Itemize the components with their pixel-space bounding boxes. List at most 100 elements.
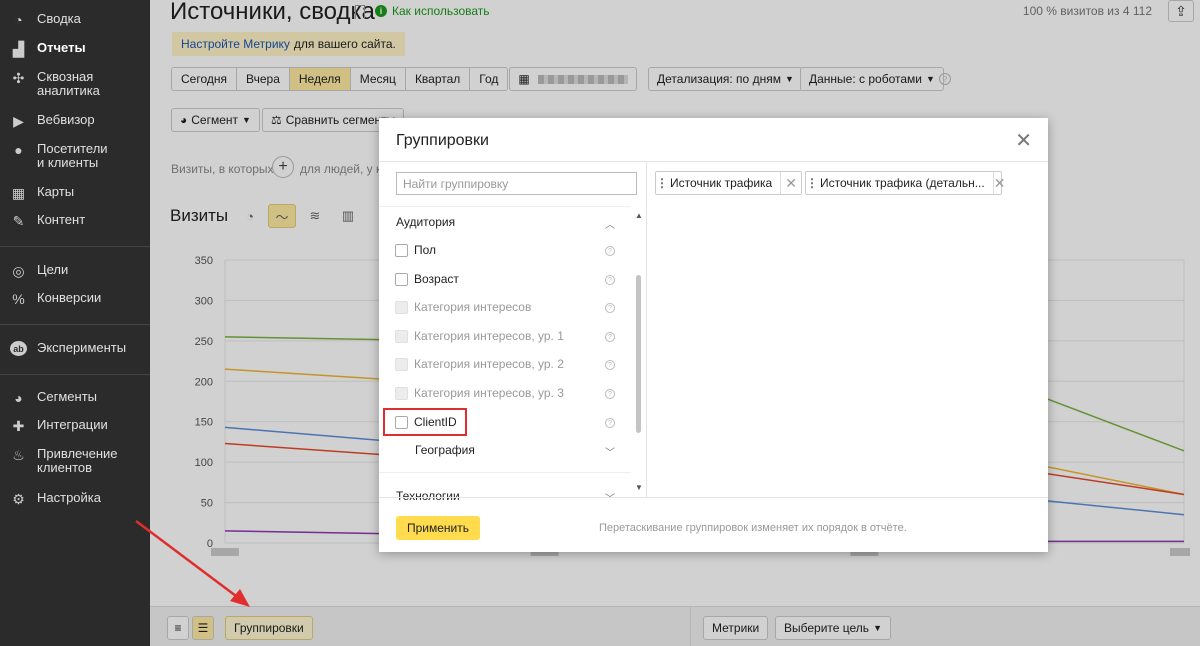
- help-icon[interactable]: ?: [605, 246, 615, 256]
- remove-icon[interactable]: ✕: [780, 172, 801, 194]
- sidebar-item-conversions[interactable]: % Конверсии: [10, 291, 101, 306]
- chevron-down-icon[interactable]: ﹀: [605, 444, 615, 459]
- play-icon: ▶: [13, 112, 24, 129]
- scroll-up-icon[interactable]: ▲: [635, 211, 643, 220]
- target-icon: ◎: [12, 262, 25, 279]
- sidebar-item-analytics[interactable]: ✣ Сквозная аналитика: [10, 70, 100, 98]
- gear-icon: ⚙: [12, 490, 25, 507]
- visitors-icon: ●: [14, 141, 23, 158]
- sidebar-item-label: Настройка: [37, 490, 101, 505]
- sidebar-item-label: Сводка: [37, 11, 81, 26]
- chevron-up-icon[interactable]: ︿: [605, 216, 615, 231]
- modal-column-divider: [646, 161, 647, 497]
- ab-icon: ab: [10, 341, 27, 356]
- grouping-item-label: Категория интересов, ур. 2: [414, 357, 564, 371]
- grouping-item-interests-l3: Категория интересов, ур. 3: [395, 386, 564, 400]
- selected-grouping-source-detail[interactable]: ⋮ Источник трафика (детальн... ✕: [805, 171, 1005, 195]
- checkbox: [395, 386, 408, 400]
- sidebar-item-label: Вебвизор: [37, 112, 95, 127]
- help-icon[interactable]: ?: [605, 389, 615, 399]
- checkbox: [395, 329, 408, 343]
- selected-grouping-source[interactable]: ⋮ Источник трафика ✕: [655, 171, 802, 195]
- sidebar-divider: [0, 374, 150, 375]
- drag-handle-icon[interactable]: ⋮: [806, 176, 818, 190]
- grouping-item-label: Пол: [414, 243, 437, 257]
- grouping-item-interests-l2: Категория интересов, ур. 2: [395, 357, 564, 371]
- help-icon[interactable]: ?: [605, 418, 615, 428]
- help-icon[interactable]: ?: [605, 360, 615, 370]
- chip-label: Источник трафика: [670, 176, 773, 190]
- sidebar-item-summary[interactable]: ◔ Сводка: [10, 12, 81, 27]
- sidebar-item-content[interactable]: ✎ Контент: [10, 212, 86, 229]
- footer-hint: Перетаскивание группировок изменяет их п…: [599, 522, 907, 534]
- help-icon[interactable]: ?: [605, 303, 615, 313]
- sidebar-item-experiments[interactable]: ab Эксперименты: [10, 341, 126, 356]
- sidebar-item-label: Сквозная аналитика: [37, 69, 100, 98]
- sidebar-item-label: Посетители и клиенты: [37, 141, 108, 170]
- end-to-end-analytics-icon: ✣: [12, 69, 25, 86]
- dashboard-icon: ◔: [14, 11, 23, 28]
- scroll-down-icon[interactable]: ▼: [635, 483, 643, 492]
- apply-button[interactable]: Применить: [396, 516, 481, 540]
- sidebar-item-segments[interactable]: ◕ Сегменты: [10, 390, 97, 405]
- list-divider: [379, 472, 631, 473]
- grouping-item-age[interactable]: Возраст: [395, 272, 459, 286]
- checkbox: [395, 357, 408, 371]
- pie-icon: ◕: [14, 389, 23, 406]
- sidebar-item-label: Конверсии: [37, 290, 102, 305]
- puzzle-icon: ✚: [12, 417, 25, 434]
- sidebar-item-label: Эксперименты: [37, 340, 127, 355]
- grouping-item-label: Возраст: [414, 272, 459, 286]
- chip-label: Источник трафика (детальн...: [820, 176, 985, 190]
- list-divider: [379, 206, 631, 207]
- sidebar-divider: [0, 324, 150, 325]
- sidebar-item-webvisor[interactable]: ▶ Вебвизор: [10, 113, 95, 128]
- sidebar-divider: [0, 246, 150, 247]
- sidebar-item-label: Интеграции: [37, 417, 108, 432]
- sidebar-item-reports[interactable]: ▟ Отчеты: [10, 40, 86, 57]
- groupings-modal: Группировки ✕ Аудитория ︿ Пол ? Возраст …: [379, 118, 1048, 552]
- close-icon[interactable]: ✕: [1015, 131, 1032, 151]
- scrollbar-thumb[interactable]: [636, 275, 641, 433]
- sidebar-item-visitors[interactable]: ● Посетители и клиенты: [10, 141, 108, 170]
- grouping-item-label: Категория интересов: [414, 300, 532, 314]
- grouping-item-interests-l1: Категория интересов, ур. 1: [395, 329, 564, 343]
- grouping-item-gender[interactable]: Пол: [395, 243, 436, 257]
- remove-icon[interactable]: ✕: [992, 172, 1005, 194]
- modal-footer-divider: [379, 497, 1048, 498]
- modal-title: Группировки: [396, 132, 489, 149]
- reports-icon: ▟: [13, 40, 24, 57]
- sidebar: ◔ Сводка ▟ Отчеты ✣ Сквозная аналитика ▶…: [0, 0, 150, 646]
- checkbox[interactable]: [395, 272, 408, 286]
- sidebar-item-goals[interactable]: ◎ Цели: [10, 263, 68, 278]
- sidebar-item-acquisition[interactable]: ♨ Привлечение клиентов: [10, 446, 118, 475]
- checkbox: [395, 300, 408, 314]
- sidebar-item-label: Привлечение клиентов: [37, 446, 118, 475]
- sidebar-item-maps[interactable]: ▦ Карты: [10, 185, 74, 200]
- drag-handle-icon[interactable]: ⋮: [656, 176, 668, 190]
- clientid-highlight-annotation: [383, 408, 467, 436]
- arrow-head: [230, 589, 250, 607]
- sidebar-item-label: Сегменты: [37, 389, 98, 404]
- grouping-search-input[interactable]: [396, 172, 637, 195]
- sidebar-item-label: Отчеты: [37, 40, 86, 55]
- help-icon[interactable]: ?: [605, 275, 615, 285]
- flame-icon: ♨: [12, 446, 25, 463]
- checkbox[interactable]: [395, 243, 408, 257]
- sidebar-item-label: Карты: [37, 184, 75, 199]
- percent-icon: %: [12, 290, 25, 307]
- help-icon[interactable]: ?: [605, 332, 615, 342]
- modal-header-divider: [379, 161, 1048, 162]
- sidebar-item-label: Контент: [37, 212, 86, 227]
- group-audience-header[interactable]: Аудитория: [396, 215, 455, 229]
- sidebar-item-settings[interactable]: ⚙ Настройка: [10, 491, 101, 506]
- maps-icon: ▦: [11, 184, 26, 201]
- pencil-icon: ✎: [12, 212, 25, 229]
- annotation-arrow: [135, 520, 250, 607]
- sidebar-item-integrations[interactable]: ✚ Интеграции: [10, 418, 108, 433]
- arrow-shaft: [135, 520, 241, 600]
- group-tech-header[interactable]: Технологии: [396, 489, 460, 503]
- sidebar-item-label: Цели: [37, 262, 69, 277]
- grouping-item-interests: Категория интересов: [395, 300, 531, 314]
- subgroup-geography[interactable]: География: [415, 443, 475, 457]
